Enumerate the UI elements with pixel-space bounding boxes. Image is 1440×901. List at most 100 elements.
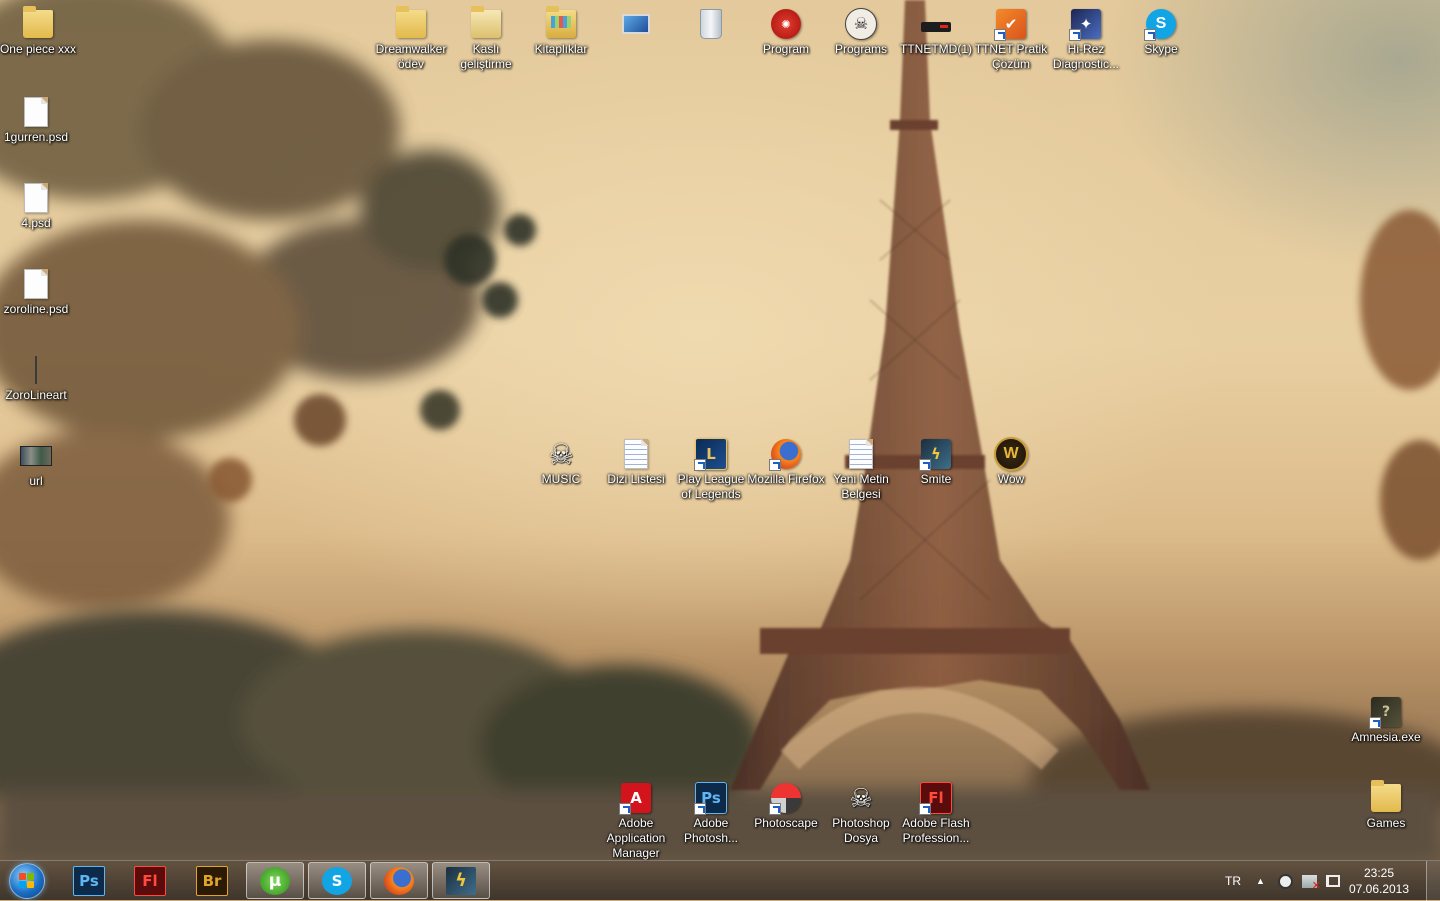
firefox-icon: [769, 437, 803, 471]
desktop-icon-label: TTNET Pratik Çözüm: [974, 42, 1048, 71]
desktop-icon-ttnet-pratik-cozum[interactable]: ✔ TTNET Pratik Çözüm: [972, 7, 1050, 72]
file-icon: [19, 267, 53, 301]
desktop-icon-label: url: [29, 474, 43, 488]
desktop-icon-kitapliklar[interactable]: Kitaplıklar: [522, 6, 600, 57]
photoshop-icon: Ps: [73, 865, 105, 896]
desktop-icon-photoshop-dosya[interactable]: ☠ Photoshop Dosya: [822, 781, 900, 846]
start-button[interactable]: [5, 863, 49, 899]
language-indicator[interactable]: TR: [1225, 861, 1241, 901]
network-disconnected-icon[interactable]: ✕: [1302, 861, 1321, 901]
desktop-icon-adobe-application-manager[interactable]: A Adobe Application Manager: [597, 781, 675, 861]
shortcut-arrow-icon: [919, 803, 931, 815]
taskbar-flash[interactable]: Fl: [121, 862, 179, 899]
desktop-icon-label: 4.psd: [21, 216, 51, 230]
desktop-icon-zorolineart[interactable]: ZoroLineart: [0, 353, 75, 403]
desktop-icon-label: TTNETMD(1): [900, 42, 972, 56]
desktop-icon-one-piece-xxx[interactable]: One piece xxx: [0, 6, 77, 57]
jolly-roger-icon: ☠: [844, 7, 878, 41]
photoshop-icon: Ps: [694, 781, 728, 815]
desktop-icon-ttnetmd[interactable]: TTNETMD(1): [897, 7, 975, 57]
desktop-icon-mozilla-firefox[interactable]: Mozilla Firefox: [747, 437, 825, 487]
desktop-icon-hi-rez-diagnostic[interactable]: ✦ Hi-Rez Diagnostic...: [1047, 7, 1125, 72]
desktop-icon-photoscape[interactable]: Photoscape: [747, 781, 825, 831]
bridge-icon: Br: [196, 865, 228, 896]
desktop-icon-label: Hi-Rez Diagnostic...: [1052, 42, 1120, 71]
desktop-icon-adobe-photoshop[interactable]: Ps Adobe Photosh...: [672, 781, 750, 846]
shortcut-arrow-icon: [1369, 717, 1381, 729]
wallpaper-scene: [0, 0, 1440, 860]
desktop-icon-label: ZoroLineart: [5, 388, 67, 402]
desktop-icon-recycle-bin[interactable]: [672, 7, 750, 42]
desktop-icon-music[interactable]: ☠ MUSIC: [522, 437, 600, 487]
smite-icon: ϟ: [446, 866, 476, 895]
desktop-icon-wow[interactable]: W Wow: [972, 437, 1050, 487]
desktop-wallpaper: [0, 0, 1440, 860]
desktop-icon-play-league-of-legends[interactable]: L Play League of Legends: [672, 437, 750, 502]
flash-icon: Fl: [919, 781, 953, 815]
desktop-icon-label: Dizi Listesi: [607, 472, 665, 486]
taskbar-smite[interactable]: ϟ: [432, 862, 490, 899]
desktop-icon-label: MUSIC: [541, 472, 581, 486]
flash-icon: Fl: [134, 865, 166, 896]
desktop-icon-label: Games: [1366, 816, 1406, 830]
shortcut-arrow-icon: [619, 803, 631, 815]
desktop-icon-zoroline-psd[interactable]: zoroline.psd: [0, 267, 75, 317]
desktop-icon-label: Mozilla Firefox: [747, 472, 825, 486]
red-emblem-icon: ✺: [769, 7, 803, 41]
desktop-icon-amnesia-exe[interactable]: ? Amnesia.exe: [1347, 695, 1425, 745]
desktop-icon-4-psd[interactable]: 4.psd: [0, 181, 75, 231]
desktop-icon-label: Play League of Legends: [677, 472, 745, 501]
folder-icon: [394, 6, 428, 41]
recycle-bin-icon: [694, 7, 728, 41]
taskbar-clock[interactable]: 23:25 07.06.2013: [1344, 865, 1414, 897]
text-file-icon: [844, 437, 878, 471]
taskbar-firefox[interactable]: [370, 862, 428, 899]
folder-icon: [1369, 780, 1403, 815]
text-file-icon: [619, 437, 653, 471]
desktop-icon-dizi-listesi[interactable]: Dizi Listesi: [597, 437, 675, 487]
desktop-icon-url[interactable]: url: [0, 439, 75, 489]
desktop-icon-label: Wow: [997, 472, 1025, 486]
libraries-icon: [544, 6, 578, 41]
desktop-icon-label: Programs: [834, 42, 887, 56]
desktop-icon-label: Photoshop Dosya: [832, 816, 890, 845]
photoscape-icon: [769, 781, 803, 815]
desktop-icon-program[interactable]: ✺ Program: [747, 7, 825, 57]
league-of-legends-icon: L: [694, 437, 728, 471]
shortcut-arrow-icon: [694, 459, 706, 471]
show-desktop-button[interactable]: [1426, 861, 1440, 901]
desktop-icon-label: One piece xxx: [0, 42, 77, 56]
clock-time: 23:25: [1363, 866, 1395, 880]
desktop-icon-1gurren-psd[interactable]: 1gurren.psd: [0, 95, 75, 145]
amnesia-icon: ?: [1369, 695, 1403, 729]
steam-tray-icon[interactable]: [1278, 861, 1293, 901]
hi-rez-icon: ✦: [1069, 7, 1103, 41]
desktop-icon-label: Yeni Metin Belgesi: [833, 472, 889, 501]
desktop-icon-label: Dreamwalker ödev: [375, 42, 447, 71]
firefox-icon: [384, 866, 414, 895]
desktop-icon-games[interactable]: Games: [1347, 780, 1425, 831]
desktop-icon-kasli-gelistirme[interactable]: Kaslı geliştirme: [447, 6, 525, 72]
desktop-icon-programs[interactable]: ☠ Programs: [822, 7, 900, 57]
show-hidden-icons-chevron-icon[interactable]: ▲: [1256, 861, 1265, 901]
jolly-roger-icon: ☠: [849, 782, 873, 813]
desktop-icon-computer[interactable]: [597, 7, 675, 42]
desktop-icon-skype[interactable]: S Skype: [1122, 7, 1200, 57]
taskbar-bridge[interactable]: Br: [183, 862, 241, 899]
world-of-warcraft-icon: W: [994, 437, 1028, 471]
shortcut-arrow-icon: [1144, 29, 1156, 41]
desktop-icon-dreamwalker-odev[interactable]: Dreamwalker ödev: [372, 6, 450, 72]
desktop-icon-label: Program: [762, 42, 809, 56]
desktop-icon-label: Adobe Photosh...: [683, 816, 739, 845]
skull-icon: ☠: [548, 438, 574, 470]
taskbar-skype[interactable]: S: [308, 862, 366, 899]
desktop-icon-label: 1gurren.psd: [3, 130, 69, 144]
taskbar-photoshop[interactable]: Ps: [60, 862, 118, 899]
shortcut-arrow-icon: [919, 459, 931, 471]
desktop-icon-adobe-flash-professional[interactable]: Fl Adobe Flash Profession...: [897, 781, 975, 846]
smite-icon: ϟ: [919, 437, 953, 471]
desktop-icon-yeni-metin-belgesi[interactable]: Yeni Metin Belgesi: [822, 437, 900, 502]
desktop-icon-smite[interactable]: ϟ Smite: [897, 437, 975, 487]
action-center-flag-icon[interactable]: [1326, 861, 1340, 901]
taskbar-utorrent[interactable]: µ: [246, 862, 304, 899]
